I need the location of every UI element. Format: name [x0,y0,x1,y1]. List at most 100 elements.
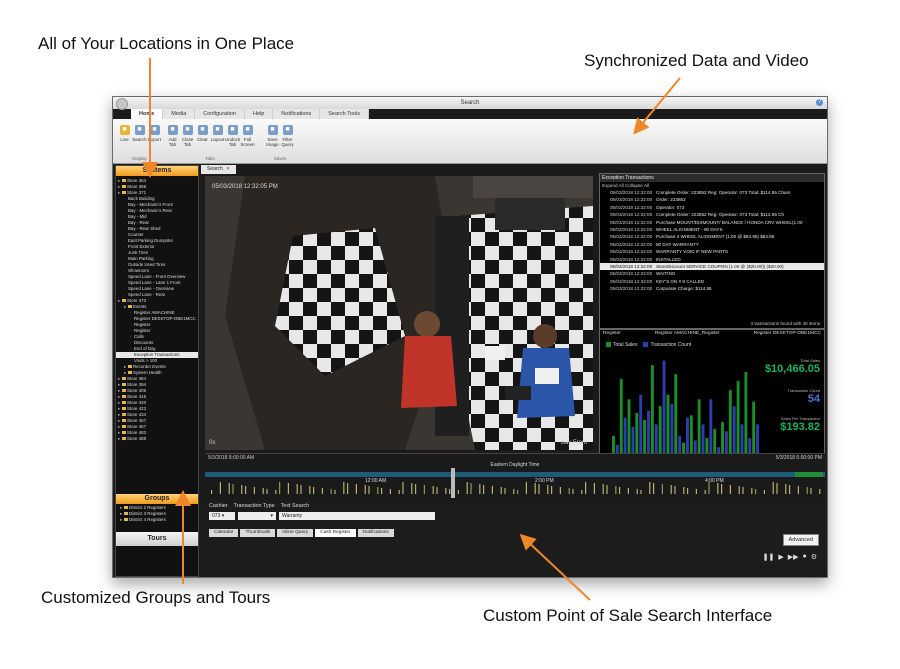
event-tick [547,485,549,494]
groups-header[interactable]: Groups [116,494,198,504]
row-timestamp: 05/03/2018 12:32:00 [610,249,653,255]
event-tick [402,482,404,494]
bottom-tab[interactable]: Calendar [209,529,239,537]
timeline-tick-label: 2:00 PM [535,478,554,484]
event-tick [343,482,345,494]
event-tick [309,486,311,494]
exception-row[interactable]: 05/03/2018 12:32:00 WHEEL ALIGNMENT - 90 … [600,226,824,233]
ribbon-button[interactable]: ■ Save Image [265,121,280,155]
exception-row[interactable]: 05/03/2018 12:32:00 WARRANTY VOID IF NEW … [600,248,824,255]
ribbon-button-label: Search [132,137,147,142]
tree-item-label: Bay - Rear Shed [128,226,161,231]
exception-row[interactable]: 05/03/2018 12:32:00 Complete Order: 22385… [600,211,824,218]
tree-item-label: Showroom [128,268,149,273]
exception-row[interactable]: 05/03/2018 12:32:00 INSTALLED [600,256,824,263]
menu-tab[interactable]: Configuration [195,109,245,119]
ribbon-button-label: Full Screen [240,137,255,147]
tree-item-label: Speed Lane - Overview [128,286,174,291]
exception-row[interactable]: 05/03/2018 12:32:00 Corporate Charge: $11… [600,285,824,292]
menu-tab[interactable]: Home [131,109,164,119]
row-timestamp: 05/03/2018 12:32:00 [610,197,653,203]
exception-row[interactable]: 05/03/2018 12:32:00 Purchase 4 WHEEL ALIG… [600,233,824,240]
tree-item-label: Store 483 [127,430,147,435]
event-tick [266,489,268,494]
event-tick [313,487,315,494]
tree-item-label: Store 467 [127,424,147,429]
ribbon-button-label: Save Image [266,137,279,147]
event-tick [717,483,719,494]
event-tick [721,484,723,494]
play-icon[interactable]: ▶ [778,553,783,561]
ribbon-button[interactable]: ■ Add Tab [165,121,180,155]
text-search-input[interactable]: Warranty [279,512,435,520]
exception-row[interactable]: 05/03/2018 12:32:00 KEY'S ON # 8 CALLED [600,278,824,285]
app-logo-icon[interactable] [116,98,128,110]
timeline-panel[interactable]: 5/3/2018 8:00:00 AM 5/3/2018 6:00:00 PM … [205,453,825,508]
help-icon[interactable]: ? [816,99,823,106]
tree-item-label: System Health [133,370,162,375]
close-tab-icon[interactable]: ✕ [226,166,230,172]
menu-tab[interactable]: Media [163,109,196,119]
ribbon-button[interactable]: ■ Search [132,121,147,155]
transaction-type-select[interactable]: ▾ [238,512,276,520]
bottom-tab[interactable]: Thumbnails [240,529,276,537]
ribbon-button[interactable]: ■ Export [147,121,162,155]
exception-row[interactable]: 05/03/2018 12:32:00 Order: 223852 [600,196,824,203]
event-tick [449,489,451,494]
exception-row[interactable]: 05/03/2018 12:32:00 WAITING [600,270,824,277]
ribbon-button[interactable]: ■ Clear [195,121,210,155]
bottom-tab[interactable]: Cash Register [315,529,356,537]
menu-tab[interactable]: Search Tools [320,109,369,119]
add-tab-icon: ■ [167,125,178,135]
tree-item-label: Calls [134,334,144,339]
event-tick [287,483,289,494]
systems-header[interactable]: Systems [116,166,198,176]
tree-item-label: Store 423 [127,406,147,411]
row-text: Purchase MOUNT/DISMOUNT/ BALANCE / HONDA… [656,219,803,225]
expand-collapse-links[interactable]: Expand All Collapse All [600,182,824,189]
event-tick [470,483,472,494]
group-item[interactable]: ▸ District 4 Registers [116,517,198,523]
event-tick [649,482,651,494]
timeline-cursor[interactable] [451,468,455,498]
folder-icon [122,401,126,404]
event-tick [300,485,302,494]
tree-item-label: Register DESKTOP-OBE1MCC [134,316,196,321]
ribbon-button[interactable]: ■ Filter Query [280,121,295,155]
folder-icon [122,377,126,380]
menu-tab[interactable]: Notifications [273,109,321,119]
ribbon-button[interactable]: ■ Layout [210,121,225,155]
exception-row[interactable]: 05/03/2018 12:32:00 Operator: 073 [600,204,824,211]
event-tick [653,483,655,494]
exception-row[interactable]: 05/03/2018 12:32:00 Complete Order: 22385… [600,189,824,196]
cashier-label: Cashier [209,503,228,509]
exception-row[interactable]: 05/03/2018 12:32:00 StoreDiscount SERVICE… [600,262,824,271]
fast-forward-icon[interactable]: ▶▶ [788,553,799,561]
exception-row[interactable]: 05/03/2018 12:32:00 90 DAY WARRANTY [600,241,824,248]
menu-tab[interactable]: Help [244,109,274,119]
ribbon-button[interactable]: ■ Close Tab [180,121,195,155]
cashier-select[interactable]: 073 ▾ [209,512,235,520]
video-player[interactable]: 05/03/2018 12:32:05 PM 0x Bay Front [205,176,593,450]
event-tick [436,487,438,494]
event-tick [491,486,493,494]
tab-search[interactable]: Search ✕ [201,165,237,174]
event-tick [602,484,604,494]
bottom-tab[interactable]: Notifications [357,529,394,537]
pause-icon[interactable]: ❚❚ [763,553,775,561]
tree-item[interactable]: ▸ Store 488 [116,436,198,442]
record-dot-icon[interactable]: ● [802,553,806,561]
bottom-tab[interactable]: Inline Query [277,529,314,537]
event-tick [674,486,676,494]
ribbon-button[interactable]: ■ Undock Tab [225,121,240,155]
settings-icon[interactable]: ⚙ [811,553,817,561]
advanced-button[interactable]: Advanced [782,534,819,546]
tours-header[interactable]: Tours [116,532,198,546]
document-tabs: Search ✕ [201,165,237,174]
event-tick [275,490,277,494]
tree-item-label: Main Parking [128,256,154,261]
ribbon-button[interactable]: ■ Full Screen [240,121,255,155]
ribbon-button[interactable]: ■ Live [117,121,132,155]
ribbon-group-label: Tabs [205,156,215,161]
exception-row[interactable]: 05/03/2018 12:32:00 Purchase MOUNT/DISMOU… [600,219,824,226]
